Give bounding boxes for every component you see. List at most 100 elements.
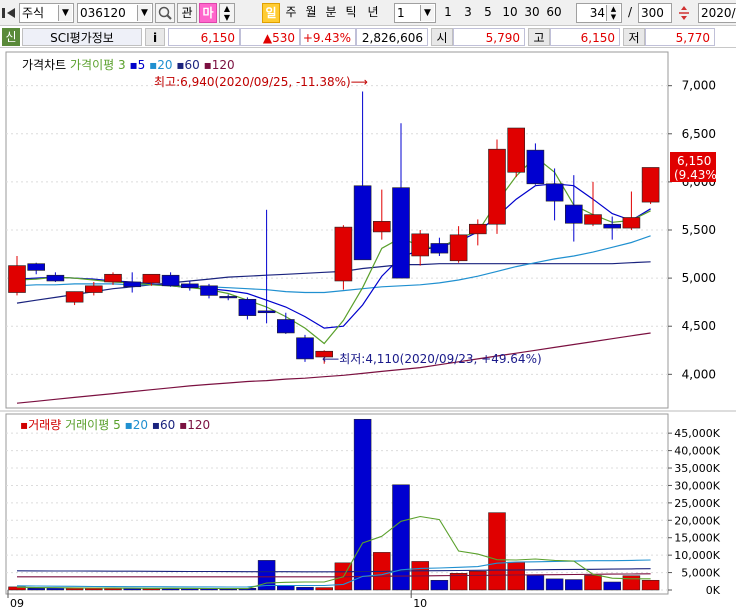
chevron-down-icon: ▼ [58, 5, 72, 21]
period-day-button[interactable]: 일 [262, 3, 280, 23]
candle-body [65, 291, 84, 303]
volume-bar [603, 581, 621, 591]
candle-body [27, 263, 46, 271]
volume-bar [353, 418, 372, 591]
interval-30-button[interactable]: 30 [522, 3, 542, 23]
candle-body [238, 298, 257, 316]
volume-bar [65, 588, 84, 591]
period-tick-button[interactable]: 틱 [342, 3, 360, 23]
search-button[interactable] [155, 3, 175, 23]
toolbar: 주식 ▼ 036120 ▼ 관 마 ▲ ▼ 일 주 월 분 틱 년 1 ▼ 1 3… [0, 0, 736, 26]
legend-volume-ma-20: ▪20 [124, 418, 148, 432]
market-select-value: 주식 [22, 6, 45, 20]
candle-body [353, 185, 372, 261]
candle-body [142, 273, 161, 284]
volume-axis-label: 5,000K [681, 567, 720, 580]
candle-body [584, 214, 602, 225]
low-price: 5,770 [645, 28, 715, 46]
price-axis-label: 5,000 [682, 271, 716, 285]
candle-body [392, 187, 410, 279]
volume-bar [27, 588, 45, 591]
x-axis-label: 09 [10, 597, 24, 610]
period-month-button[interactable]: 월 [302, 3, 320, 23]
interval-10-button[interactable]: 10 [500, 3, 520, 23]
volume-legend: ▪거래량 거래이평 5 ▪20 ▪60 ▪120 [20, 416, 210, 433]
high-annotation: 최고:6,940(2020/09/25, -11.38%)⟶ [154, 75, 368, 89]
interval-1-button[interactable]: 1 [440, 3, 456, 23]
credit-badge: 신 [2, 28, 20, 46]
price-change: ▲530 [240, 28, 300, 46]
legend-price-ma-120: ▪120 [203, 58, 235, 72]
volume-axis-label: 10,000K [674, 549, 720, 562]
volume-bar [277, 585, 295, 591]
interval-60-button[interactable]: 60 [544, 3, 564, 23]
market-select[interactable]: 주식 ▼ [19, 3, 74, 23]
open-price: 5,790 [453, 28, 525, 46]
candle-body [85, 285, 103, 293]
period-week-button[interactable]: 주 [282, 3, 300, 23]
settings-icon[interactable] [676, 5, 692, 21]
volume-bar [526, 575, 545, 591]
code-input[interactable]: 036120 ▼ [77, 3, 153, 23]
x-axis-label: 10 [413, 597, 427, 610]
volume-axis-label: 45,000K [674, 427, 720, 440]
volume-bar [584, 575, 602, 591]
chevron-down-icon: ▼ [137, 5, 151, 21]
volume-bar [469, 570, 487, 591]
volume-axis-label: 30,000K [674, 479, 720, 492]
legend-volume-ma-120: ▪120 [179, 418, 211, 432]
candle-body [104, 273, 122, 283]
quote-bar: 신 SCI평가정보 i 6,150 ▲530 +9.43% 2,826,606 … [0, 26, 736, 48]
price-axis-label: 4,500 [682, 319, 716, 333]
candle-body [161, 274, 180, 287]
candle-body [276, 319, 295, 334]
volume-axis-label: 25,000K [674, 497, 720, 510]
code-input-value: 036120 [80, 6, 126, 20]
low-annotation: ⟵최저:4,110(2020/09/23, +49.64%) [322, 352, 542, 366]
search-icon [158, 6, 172, 20]
candle-body [200, 285, 218, 296]
interval-3-button[interactable]: 3 [460, 3, 476, 23]
candle-body [8, 265, 26, 293]
volume-bar [392, 484, 410, 591]
candle-body [257, 310, 276, 314]
candle-body [564, 204, 583, 224]
interval-select[interactable]: 1 ▼ [394, 3, 436, 23]
candle-body [545, 183, 564, 202]
volume-bar [565, 579, 583, 591]
period-minute-button[interactable]: 분 [322, 3, 340, 23]
price-axis-label: 5,500 [682, 223, 716, 237]
interval-select-value: 1 [397, 6, 405, 20]
info-button[interactable]: i [145, 28, 165, 46]
legend-price-ma-3: 가격이평 3 [70, 58, 126, 72]
chevron-down-icon: ▼ [420, 5, 434, 21]
legend-price-ma-20: ▪20 [149, 58, 173, 72]
legend-price-title: 가격차트 [22, 58, 67, 72]
volume-bar [315, 587, 333, 591]
candle-body [181, 283, 199, 289]
legend-volume-ma-5: 거래이평 5 [65, 418, 121, 432]
stock-chart[interactable]: 4,0004,5005,0005,5006,0006,5007,000 0K5,… [0, 48, 736, 610]
legend-volume-ma-60: ▪60 [151, 418, 176, 432]
period-year-button[interactable]: 년 [362, 3, 384, 23]
ma-button[interactable]: 마 [199, 3, 217, 23]
current-price: 6,150 [168, 28, 240, 46]
volume-axis-label: 15,000K [674, 532, 720, 545]
candle-body [296, 337, 314, 360]
total-input[interactable]: 300 [638, 3, 672, 23]
date-input[interactable]: 2020/ [698, 3, 736, 23]
volume-bar [545, 578, 564, 591]
interest-button[interactable]: 관 [177, 3, 197, 23]
high-price: 6,150 [550, 28, 620, 46]
candle-body [468, 223, 487, 235]
price-axis-label: 6,500 [682, 127, 716, 141]
menu-icon[interactable] [2, 6, 16, 20]
count-separator: / [627, 5, 633, 19]
candle-body [219, 296, 237, 299]
count-stepper[interactable]: 34 ▲ ▼ [576, 3, 622, 23]
interval-5-button[interactable]: 5 [480, 3, 496, 23]
high-label: 고 [528, 28, 550, 46]
candle-body [622, 217, 641, 229]
spin-up-down[interactable]: ▲ ▼ [219, 3, 235, 23]
stock-name[interactable]: SCI평가정보 [22, 28, 142, 46]
